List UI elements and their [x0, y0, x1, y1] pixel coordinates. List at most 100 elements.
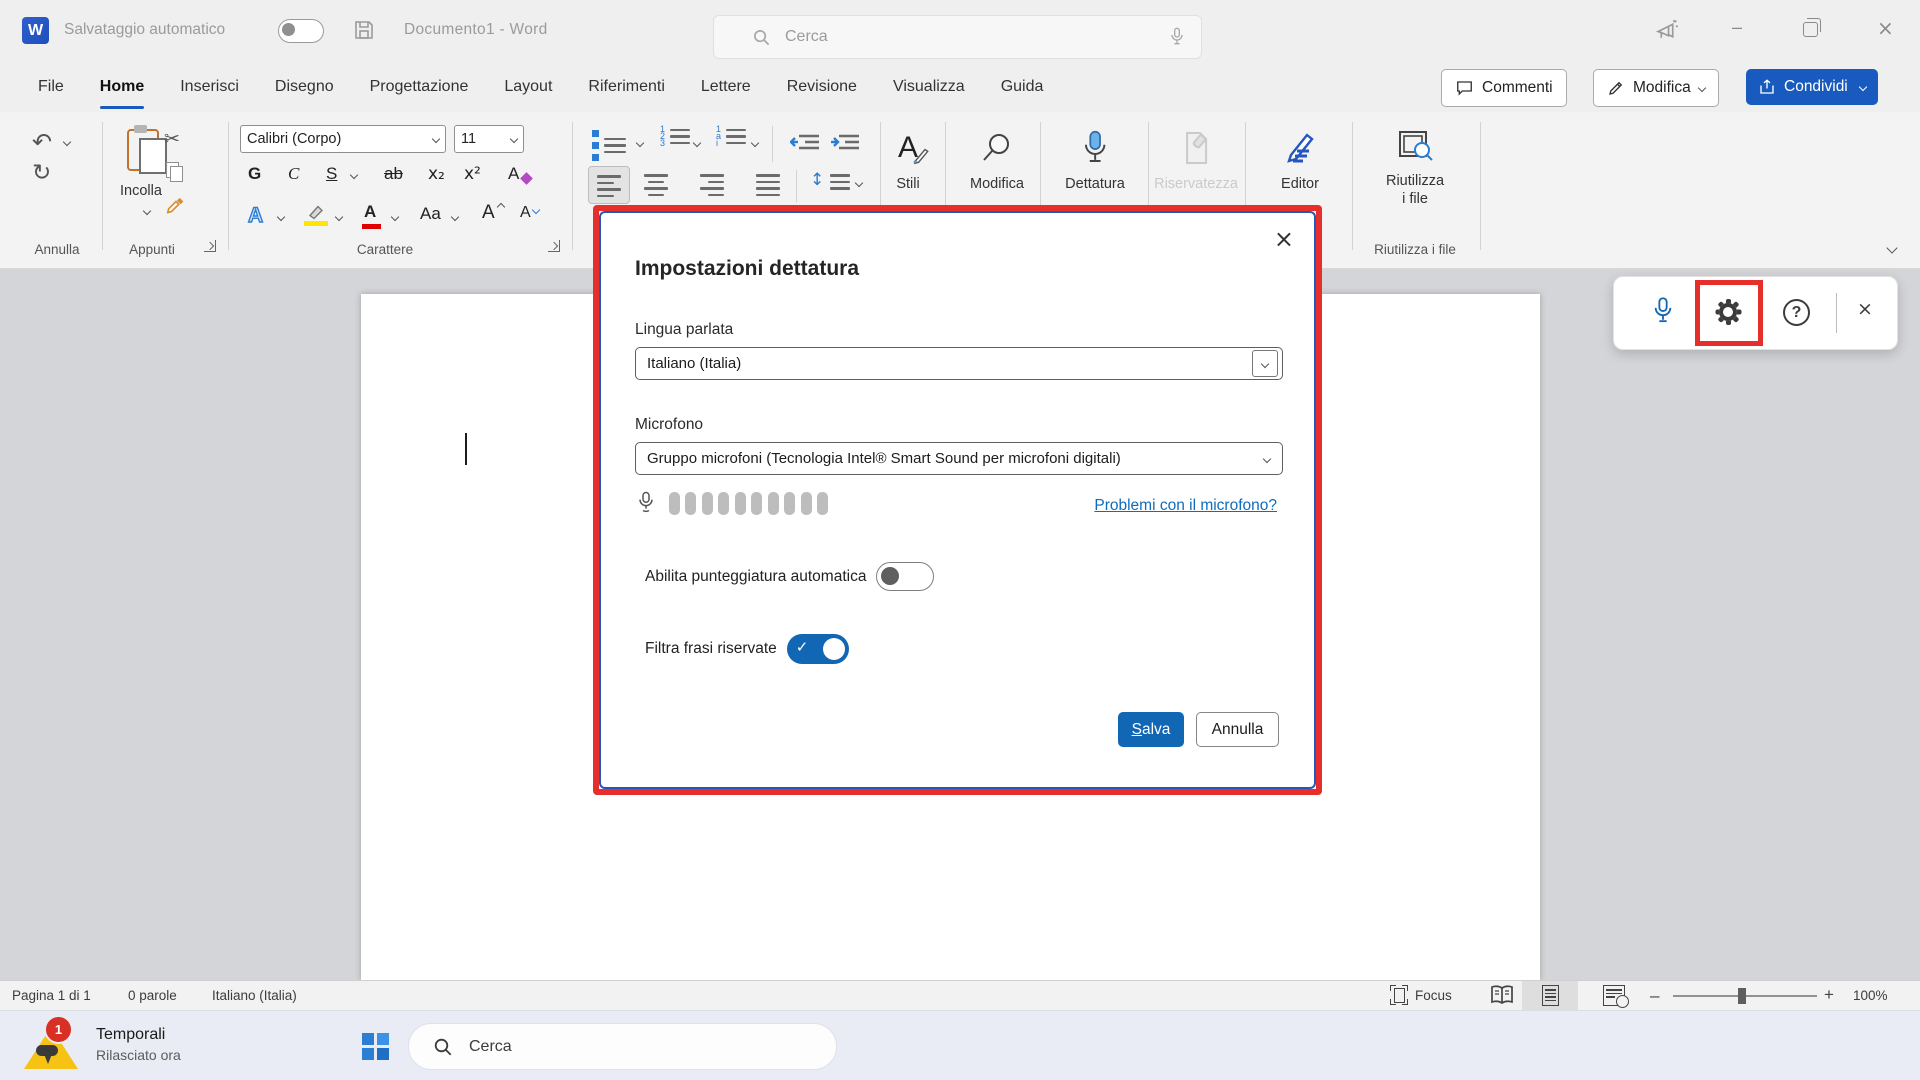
feedback-icon[interactable] — [1655, 18, 1680, 43]
chevron-down-icon[interactable] — [451, 213, 459, 221]
autosave-toggle[interactable] — [278, 19, 324, 43]
tab-home[interactable]: Home — [96, 62, 148, 112]
chevron-down-icon[interactable] — [277, 213, 285, 221]
find-button[interactable]: Modifica — [970, 126, 1024, 192]
strikethrough-button[interactable]: ab — [384, 164, 403, 184]
dictation-help-button[interactable]: ? — [1783, 299, 1810, 326]
dictation-mic-button[interactable] — [1652, 295, 1674, 329]
bold-button[interactable]: G — [248, 164, 261, 184]
paste-label[interactable]: Incolla — [120, 183, 162, 199]
redo-icon[interactable]: ↻ — [32, 160, 51, 186]
dialog-close-button[interactable]: × — [1274, 225, 1294, 253]
shrink-font-button[interactable]: A — [520, 204, 531, 222]
microphone-select[interactable]: Gruppo microfoni (Tecnologia Intel® Smar… — [635, 442, 1283, 475]
chevron-down-icon[interactable] — [391, 213, 399, 221]
chevron-down-icon[interactable] — [636, 139, 644, 147]
chevron-down-icon[interactable] — [143, 207, 151, 215]
zoom-in-button[interactable]: + — [1824, 985, 1834, 1005]
numbered-list-icon[interactable]: 123 — [660, 126, 690, 147]
restore-button[interactable] — [1803, 22, 1818, 37]
tab-inserisci[interactable]: Inserisci — [176, 62, 243, 112]
multilevel-list-icon[interactable]: 1ai — [716, 126, 746, 147]
web-layout-button[interactable] — [1603, 985, 1625, 1006]
chevron-down-icon[interactable] — [63, 138, 71, 146]
align-center-button[interactable] — [644, 174, 668, 196]
line-spacing-icon[interactable]: ↕ — [810, 170, 824, 190]
minimize-button[interactable]: – — [1732, 17, 1742, 38]
auto-punctuation-toggle[interactable] — [876, 562, 934, 591]
filter-phrases-toggle[interactable]: ✓ — [787, 634, 849, 664]
mic-help-link[interactable]: Problemi con il microfono? — [1094, 497, 1277, 515]
print-layout-button-selected[interactable] — [1522, 981, 1578, 1010]
language-indicator[interactable]: Italiano (Italia) — [212, 988, 297, 1003]
tab-file[interactable]: File — [34, 62, 68, 112]
tab-lettere[interactable]: Lettere — [697, 62, 755, 112]
close-window-button[interactable]: × — [1877, 16, 1894, 40]
comments-button[interactable]: Commenti — [1441, 69, 1567, 107]
collapse-ribbon-icon[interactable] — [1886, 242, 1897, 253]
editing-mode-button[interactable]: Modifica — [1593, 69, 1719, 107]
tab-revisione[interactable]: Revisione — [783, 62, 861, 112]
word-app-icon[interactable]: W — [22, 17, 49, 44]
justify-button[interactable] — [756, 174, 780, 196]
copy-icon[interactable] — [166, 162, 179, 178]
tab-progettazione[interactable]: Progettazione — [366, 62, 473, 112]
zoom-slider-thumb[interactable] — [1738, 988, 1746, 1004]
font-dialog-launcher-icon[interactable] — [548, 240, 560, 252]
save-button[interactable]: Salva — [1118, 712, 1184, 747]
reuse-files-button[interactable]: Riutilizzai file — [1386, 126, 1444, 208]
zoom-out-button[interactable]: – — [1650, 986, 1659, 1006]
text-effects-button[interactable]: A — [248, 204, 263, 228]
read-mode-button[interactable] — [1490, 985, 1514, 1005]
font-size-combo[interactable]: 11 — [454, 125, 524, 153]
align-left-button-selected[interactable] — [588, 166, 630, 204]
increase-indent-icon[interactable] — [830, 130, 860, 154]
grow-font-button[interactable]: A — [482, 202, 495, 224]
chevron-down-icon[interactable] — [855, 179, 863, 187]
focus-mode-button[interactable]: Focus — [1390, 985, 1452, 1005]
cancel-button[interactable]: Annulla — [1196, 712, 1279, 747]
select-chevron-box[interactable] — [1252, 350, 1278, 377]
clipboard-dialog-launcher-icon[interactable] — [204, 240, 216, 252]
chevron-down-icon[interactable] — [350, 171, 358, 179]
tab-visualizza[interactable]: Visualizza — [889, 62, 969, 112]
highlight-button[interactable] — [306, 204, 326, 221]
tab-disegno[interactable]: Disegno — [271, 62, 338, 112]
cut-icon[interactable]: ✂ — [164, 128, 180, 150]
chevron-down-icon[interactable] — [693, 139, 701, 147]
save-icon[interactable] — [352, 18, 376, 42]
dictation-close-button[interactable]: × — [1857, 298, 1873, 320]
editor-button[interactable]: Editor — [1281, 126, 1319, 192]
chevron-down-icon[interactable] — [751, 139, 759, 147]
bullet-list-icon[interactable] — [592, 130, 626, 161]
subscript-button[interactable]: x₂ — [428, 164, 445, 184]
change-case-button[interactable]: Aa — [420, 204, 441, 224]
tab-guida[interactable]: Guida — [997, 62, 1048, 112]
clear-formatting-button[interactable]: A — [508, 164, 519, 184]
tab-layout[interactable]: Layout — [500, 62, 556, 112]
start-button[interactable] — [362, 1033, 389, 1060]
font-color-button[interactable]: A — [364, 202, 376, 222]
zoom-percentage[interactable]: 100% — [1853, 988, 1888, 1003]
titlebar-search-box[interactable]: Cerca — [713, 15, 1202, 59]
tab-riferimenti[interactable]: Riferimenti — [584, 62, 668, 112]
superscript-button[interactable]: x² — [464, 164, 481, 184]
word-count[interactable]: 0 parole — [128, 988, 177, 1003]
paste-icon[interactable] — [127, 126, 167, 170]
format-painter-icon[interactable] — [165, 196, 187, 218]
align-right-button[interactable] — [700, 174, 724, 196]
styles-button[interactable]: A Stili — [896, 126, 919, 192]
weather-widget[interactable]: 1 Temporali Rilasciato ora — [20, 1019, 181, 1069]
taskbar-search-box[interactable]: Cerca — [408, 1023, 837, 1070]
search-mic-icon[interactable] — [1169, 26, 1185, 48]
share-button[interactable]: Condividi — [1746, 69, 1878, 105]
font-name-combo[interactable]: Calibri (Corpo) — [240, 125, 446, 153]
page-indicator[interactable]: Pagina 1 di 1 — [12, 988, 91, 1003]
language-select[interactable]: Italiano (Italia) — [635, 347, 1283, 380]
decrease-indent-icon[interactable] — [790, 130, 820, 154]
undo-icon[interactable]: ↶ — [32, 128, 52, 156]
dictate-button[interactable]: Dettatura — [1065, 126, 1125, 192]
underline-button[interactable]: S — [326, 164, 337, 184]
italic-button[interactable]: C — [288, 164, 299, 184]
chevron-down-icon[interactable] — [335, 213, 343, 221]
